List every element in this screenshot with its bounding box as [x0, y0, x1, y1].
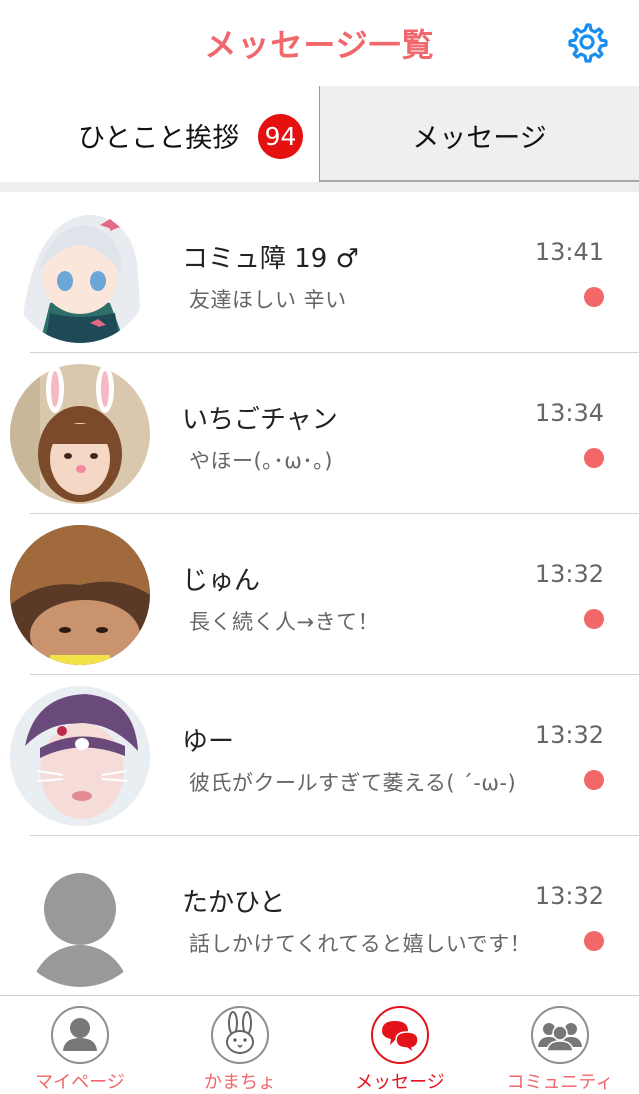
unread-dot	[584, 448, 604, 468]
message-preview: 話しかけてくれてると嬉しいです！	[189, 932, 532, 956]
message-time: 13:41	[534, 238, 604, 266]
sender-name: いちごチャン	[182, 405, 338, 435]
message-tabs: ひとこと挨拶 94 メッセージ	[0, 86, 639, 182]
tab-greeting-label: ひとこと挨拶	[78, 123, 240, 154]
tab-community[interactable]: コミュニティ	[480, 996, 639, 1094]
tab-label: マイページ	[35, 1072, 125, 1093]
avatar	[10, 686, 150, 826]
message-time: 13:32	[534, 882, 604, 910]
unread-dot	[584, 931, 604, 951]
tabs-divider	[0, 182, 639, 192]
avatar	[10, 364, 150, 504]
message-time: 13:32	[534, 721, 604, 749]
message-preview: 彼氏がクールすぎて萎える( ´-ω-)	[189, 771, 517, 795]
message-time: 13:32	[534, 560, 604, 588]
person-icon	[51, 1006, 109, 1064]
tab-kamacho[interactable]: かまちょ	[160, 996, 320, 1094]
tab-label: かまちょ	[204, 1072, 276, 1093]
page-title: メッセージ一覧	[204, 26, 435, 64]
header-bar: メッセージ一覧	[0, 0, 639, 87]
tab-label: コミュニティ	[506, 1072, 614, 1093]
message-preview: やほー(｡･ω･｡)	[189, 449, 333, 473]
tab-message-label: メッセージ	[412, 123, 547, 154]
group-icon	[531, 1006, 589, 1064]
gear-icon[interactable]	[566, 21, 608, 63]
message-row[interactable]: コミュ障 19 ♂ 13:41 友達ほしい 辛い	[0, 192, 639, 353]
message-preview: 長く続く人→きて！	[189, 610, 380, 634]
message-row[interactable]: たかひと 13:32 話しかけてくれてると嬉しいです！	[0, 836, 639, 997]
message-row[interactable]: ゆー 13:32 彼氏がクールすぎて萎える( ´-ω-)	[0, 675, 639, 836]
tab-message[interactable]: メッセージ	[320, 86, 639, 182]
bottom-tab-bar: マイページ かまちょ メッセージ コミュニティ	[0, 995, 639, 1094]
sender-name: コミュ障 19 ♂	[182, 244, 359, 274]
unread-dot	[584, 287, 604, 307]
tab-message-active[interactable]: メッセージ	[320, 996, 480, 1094]
tab-greeting[interactable]: ひとこと挨拶 94	[0, 86, 320, 182]
unread-dot	[584, 609, 604, 629]
avatar	[10, 203, 150, 343]
rabbit-icon	[211, 1006, 269, 1064]
unread-count-badge: 94	[258, 114, 303, 159]
message-preview: 友達ほしい 辛い	[189, 288, 347, 312]
message-row[interactable]: いちごチャン 13:34 やほー(｡･ω･｡)	[0, 353, 639, 514]
tab-label: メッセージ	[355, 1072, 445, 1093]
unread-dot	[584, 770, 604, 790]
sender-name: ゆー	[182, 727, 235, 757]
message-row[interactable]: じゅん 13:32 長く続く人→きて！	[0, 514, 639, 675]
default-avatar-icon	[10, 847, 150, 987]
sender-name: じゅん	[182, 566, 261, 596]
tab-mypage[interactable]: マイページ	[0, 996, 160, 1094]
avatar	[10, 525, 150, 665]
sender-name: たかひと	[182, 888, 286, 918]
chat-bubbles-icon	[371, 1006, 429, 1064]
message-time: 13:34	[534, 399, 604, 427]
